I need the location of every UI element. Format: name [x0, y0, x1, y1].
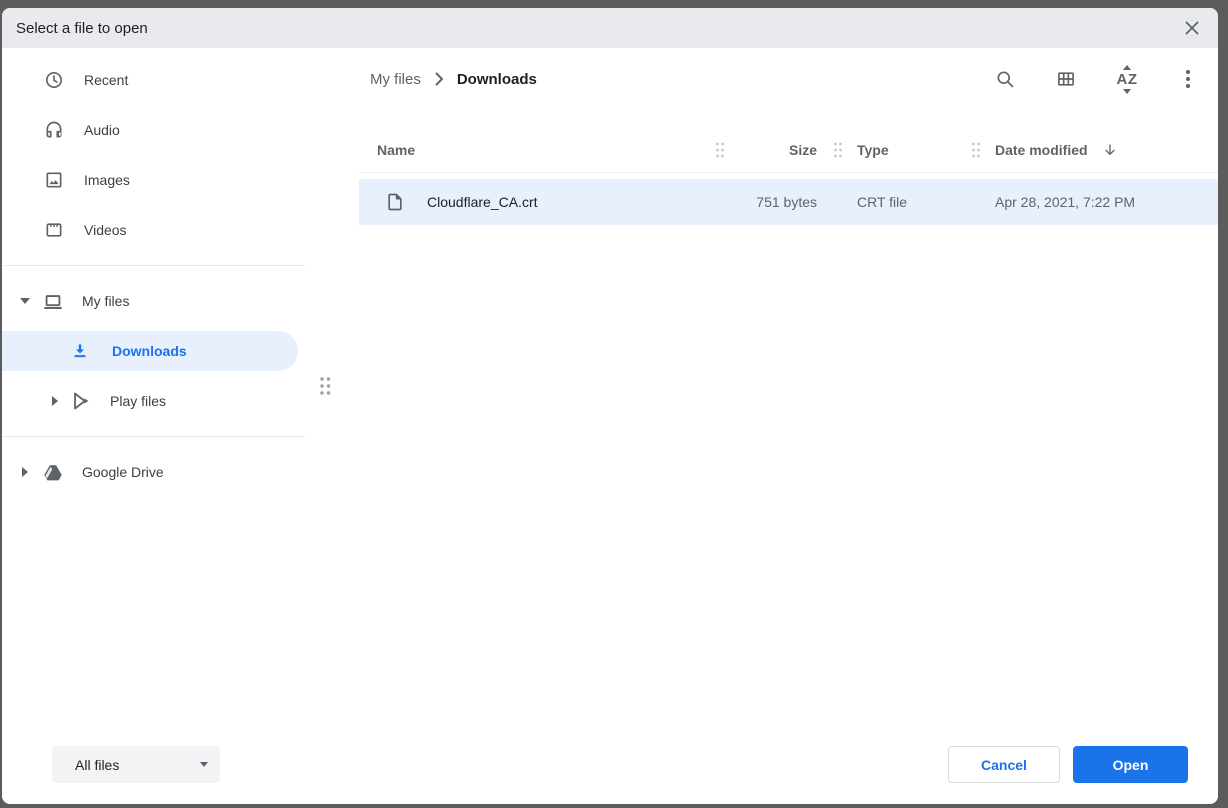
sidebar-item-my-files[interactable]: My files	[2, 276, 312, 326]
sidebar-item-recent[interactable]: Recent	[2, 55, 312, 105]
file-row-cloudflare-ca-crt[interactable]: Cloudflare_CA.crt 751 bytes CRT file Apr…	[359, 179, 1218, 225]
sidebar-splitter-handle[interactable]	[318, 375, 332, 399]
google-drive-icon	[42, 462, 62, 482]
laptop-icon	[42, 291, 62, 311]
sidebar-item-label: Downloads	[112, 343, 187, 359]
sidebar-item-label: My files	[82, 293, 129, 309]
breadcrumb-my-files[interactable]: My files	[370, 71, 421, 88]
cancel-button-label: Cancel	[981, 757, 1027, 773]
toolbar-icons: AZ	[985, 59, 1208, 99]
column-header-name[interactable]: Name	[359, 142, 712, 158]
dropdown-caret-icon	[200, 762, 208, 767]
more-options-icon[interactable]	[1168, 59, 1208, 99]
file-type-filter-value: All files	[75, 757, 119, 773]
column-resize-handle[interactable]	[712, 141, 727, 159]
sidebar-item-downloads[interactable]: Downloads	[2, 331, 298, 371]
column-header-label: Size	[789, 142, 817, 158]
search-icon[interactable]	[985, 59, 1025, 99]
table-header-row: Name Size Type Date modified	[359, 127, 1218, 173]
open-button-label: Open	[1113, 757, 1149, 773]
file-table: Name Size Type Date modified	[359, 127, 1218, 225]
file-name: Cloudflare_CA.crt	[427, 194, 538, 210]
download-icon	[70, 341, 90, 361]
headphones-icon	[44, 120, 64, 140]
column-header-size[interactable]: Size	[727, 142, 817, 158]
sidebar-item-images[interactable]: Images	[2, 155, 312, 205]
sidebar-slot-downloads: Downloads	[2, 326, 312, 376]
sidebar-item-label: Images	[84, 172, 130, 188]
chevron-right-icon	[434, 72, 444, 86]
sort-az-icon[interactable]: AZ	[1107, 59, 1147, 99]
file-type-filter-dropdown[interactable]: All files	[52, 746, 220, 783]
sidebar: Recent Audio Images Videos	[2, 48, 312, 804]
column-header-date-modified[interactable]: Date modified	[995, 142, 1218, 158]
open-button[interactable]: Open	[1073, 746, 1188, 783]
file-document-icon	[385, 192, 405, 212]
file-name-cell: Cloudflare_CA.crt	[359, 192, 712, 212]
column-header-type[interactable]: Type	[857, 142, 968, 158]
expand-caret-icon[interactable]	[20, 467, 30, 477]
grid-view-icon[interactable]	[1046, 59, 1086, 99]
breadcrumb-downloads: Downloads	[457, 71, 537, 88]
google-play-icon	[70, 390, 92, 412]
file-size: 751 bytes	[727, 194, 817, 210]
sidebar-item-label: Play files	[110, 393, 166, 409]
column-resize-handle[interactable]	[830, 141, 845, 159]
sidebar-item-label: Recent	[84, 72, 128, 88]
file-picker-dialog: Select a file to open Recent Audio Image…	[2, 8, 1218, 804]
sidebar-item-audio[interactable]: Audio	[2, 105, 312, 155]
sidebar-item-label: Google Drive	[82, 464, 164, 480]
sidebar-divider	[4, 436, 305, 437]
file-type: CRT file	[857, 194, 968, 210]
dialog-title: Select a file to open	[16, 20, 1180, 37]
sidebar-divider	[4, 265, 305, 266]
image-icon	[44, 170, 64, 190]
column-header-label: Date modified	[995, 142, 1088, 158]
column-resize-handle[interactable]	[968, 141, 983, 159]
main-toolbar: My files Downloads AZ	[312, 48, 1218, 110]
expand-caret-icon[interactable]	[20, 296, 30, 306]
sidebar-item-google-drive[interactable]: Google Drive	[2, 447, 312, 497]
sidebar-item-label: Videos	[84, 222, 127, 238]
close-icon[interactable]	[1180, 16, 1204, 40]
sort-direction-arrow-icon	[1102, 142, 1118, 158]
file-date-modified: Apr 28, 2021, 7:22 PM	[995, 194, 1218, 210]
dialog-titlebar: Select a file to open	[2, 8, 1218, 48]
sidebar-item-videos[interactable]: Videos	[2, 205, 312, 255]
expand-caret-icon[interactable]	[50, 396, 60, 406]
sidebar-item-label: Audio	[84, 122, 120, 138]
video-icon	[44, 220, 64, 240]
column-header-label: Type	[857, 142, 889, 158]
sidebar-item-play-files[interactable]: Play files	[2, 376, 312, 426]
breadcrumb: My files Downloads	[370, 71, 537, 88]
cancel-button[interactable]: Cancel	[948, 746, 1060, 783]
clock-icon	[44, 70, 64, 90]
column-header-label: Name	[377, 142, 415, 158]
